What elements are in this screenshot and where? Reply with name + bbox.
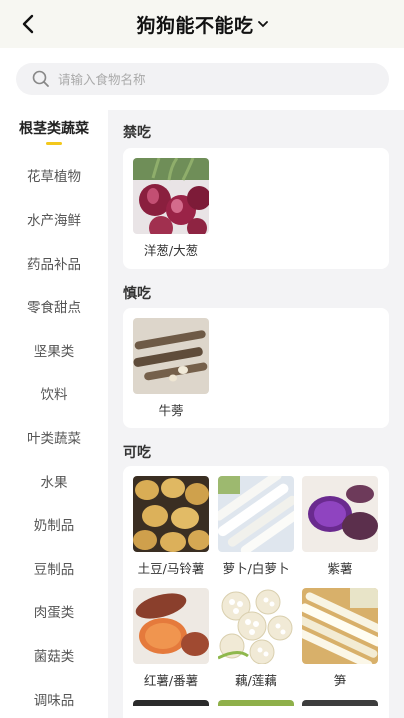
sidebar-item-snacks-desserts[interactable]: 零食甜点 <box>0 284 108 328</box>
sidebar-item-label: 根茎类蔬菜 <box>19 121 89 138</box>
sidebar-item-flowers-plants[interactable]: 花草植物 <box>0 154 108 198</box>
sidebar-item-label: 调味品 <box>33 692 75 709</box>
food-name: 洋葱/大葱 <box>143 243 199 258</box>
onion-image <box>133 158 209 234</box>
food-item-radish[interactable]: 萝卜/白萝卜 <box>218 476 294 577</box>
food-name: 土豆/马铃薯 <box>137 561 205 576</box>
next-food-image-peek <box>218 700 294 706</box>
caution-card: 牛蒡 <box>123 308 389 428</box>
food-item-purple-sweet-potato[interactable]: 紫薯 <box>302 476 378 577</box>
search-input[interactable] <box>58 71 358 87</box>
section-title-caution: 慎吃 <box>123 286 151 302</box>
page-title: 狗狗能不能吃 <box>136 14 254 37</box>
sidebar-item-meat-eggs[interactable]: 肉蛋类 <box>0 590 108 634</box>
food-item-lotus-root[interactable]: 藕/莲藕 <box>218 588 294 689</box>
title-dropdown[interactable]: 狗狗能不能吃 <box>0 0 404 48</box>
sidebar-item-drinks[interactable]: 饮料 <box>0 372 108 416</box>
forbidden-card: 洋葱/大葱 <box>123 148 389 269</box>
sidebar-item-dairy[interactable]: 奶制品 <box>0 502 108 546</box>
sidebar-item-mushrooms[interactable]: 菌菇类 <box>0 633 108 677</box>
sidebar-item-label: 水果 <box>40 474 68 491</box>
sidebar-item-soy-products[interactable]: 豆制品 <box>0 546 108 590</box>
active-indicator <box>46 142 62 146</box>
lotus-root-image <box>218 588 294 664</box>
sidebar-item-seafood[interactable]: 水产海鲜 <box>0 197 108 241</box>
food-content: 禁吃 洋葱/大葱 慎吃 牛蒡 可吃 土豆/马铃薯 萝卜/白萝卜 紫薯 红薯/番薯… <box>108 110 404 718</box>
food-name: 藕/莲藕 <box>235 673 277 688</box>
food-name: 牛蒡 <box>158 403 184 418</box>
search-icon <box>32 70 49 87</box>
sidebar-item-label: 菌菇类 <box>33 648 75 665</box>
next-food-image-peek <box>302 700 378 706</box>
search-area <box>0 48 404 110</box>
category-sidebar: 根茎类蔬菜 花草植物 水产海鲜 药品补品 零食甜点 坚果类 饮料 叶类蔬菜 水果… <box>0 110 108 718</box>
food-item-onion[interactable]: 洋葱/大葱 <box>133 158 209 259</box>
sidebar-item-root-vegetables[interactable]: 根茎类蔬菜 <box>0 110 108 154</box>
food-name: 萝卜/白萝卜 <box>222 561 290 576</box>
sweet-potato-image <box>133 588 209 664</box>
search-box[interactable] <box>16 63 389 95</box>
sidebar-item-label: 奶制品 <box>33 518 75 535</box>
sidebar-item-nuts[interactable]: 坚果类 <box>0 328 108 372</box>
purple-sweet-potato-image <box>302 476 378 552</box>
sidebar-item-label: 坚果类 <box>33 343 75 360</box>
sidebar-item-label: 叶类蔬菜 <box>27 430 81 447</box>
chevron-down-icon <box>257 19 268 29</box>
sidebar-item-label: 饮料 <box>40 387 68 404</box>
section-title-edible: 可吃 <box>123 445 151 461</box>
food-item-bamboo-shoot[interactable]: 笋 <box>302 588 378 689</box>
bamboo-shoot-image <box>302 588 378 664</box>
food-item-burdock[interactable]: 牛蒡 <box>133 318 209 419</box>
sidebar-item-label: 肉蛋类 <box>33 605 75 622</box>
sidebar-item-label: 水产海鲜 <box>27 212 81 229</box>
sidebar-item-condiments[interactable]: 调味品 <box>0 677 108 718</box>
edible-card: 土豆/马铃薯 萝卜/白萝卜 紫薯 红薯/番薯 藕/莲藕 笋 <box>123 466 389 718</box>
burdock-image <box>133 318 209 394</box>
food-name: 紫薯 <box>327 561 353 576</box>
food-name: 笋 <box>333 673 347 688</box>
food-name: 红薯/番薯 <box>143 673 199 688</box>
next-food-image-peek <box>133 700 209 706</box>
sidebar-item-label: 豆制品 <box>33 561 75 578</box>
top-bar: 狗狗能不能吃 <box>0 0 404 48</box>
sidebar-item-label: 花草植物 <box>27 169 81 186</box>
sidebar-item-leafy-vegetables[interactable]: 叶类蔬菜 <box>0 415 108 459</box>
radish-image <box>218 476 294 552</box>
food-item-potato[interactable]: 土豆/马铃薯 <box>133 476 209 577</box>
section-title-forbidden: 禁吃 <box>123 125 151 141</box>
sidebar-item-label: 药品补品 <box>27 256 81 273</box>
sidebar-item-medicine-supplements[interactable]: 药品补品 <box>0 241 108 285</box>
sidebar-item-fruits[interactable]: 水果 <box>0 459 108 503</box>
sidebar-item-label: 零食甜点 <box>27 300 81 317</box>
potato-image <box>133 476 209 552</box>
food-item-sweet-potato[interactable]: 红薯/番薯 <box>133 588 209 689</box>
